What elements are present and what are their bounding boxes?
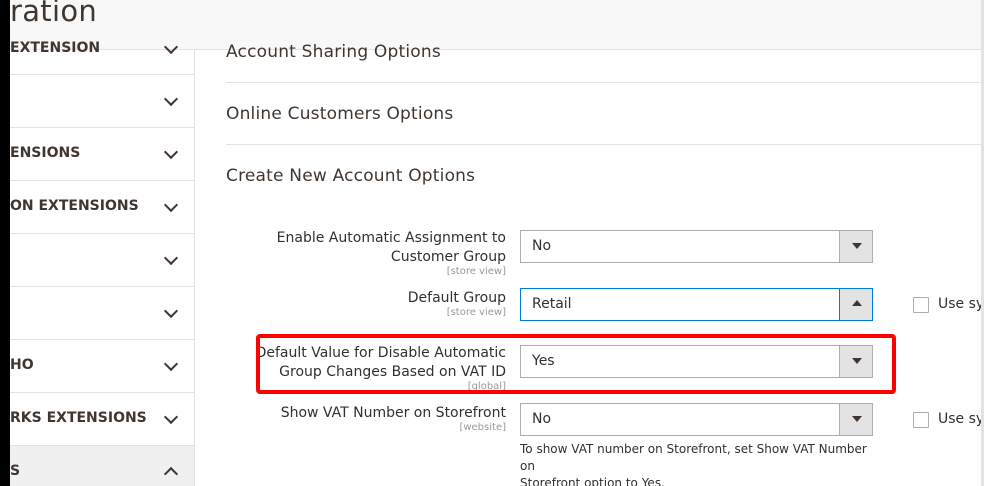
- chevron-down-icon: [163, 356, 179, 372]
- use-system-checkbox[interactable]: [913, 412, 929, 428]
- sidebar-item-on-extensions[interactable]: ON EXTENSIONS: [10, 181, 194, 234]
- sidebar-item-label: EXTENSION: [10, 40, 101, 56]
- show-vat-select[interactable]: No: [520, 403, 873, 436]
- chevron-down-icon: [163, 39, 179, 55]
- sidebar-item-extensions[interactable]: ENSIONS: [10, 128, 194, 181]
- window-edge: [0, 0, 10, 486]
- chevron-up-icon: [163, 466, 179, 482]
- field-label-show-vat: Show VAT Number on Storefront: [280, 405, 506, 421]
- auto-assign-select[interactable]: No: [520, 230, 873, 263]
- annotation-highlight-box: [256, 334, 896, 394]
- config-sidebar: EXTENSION ENSIONS ON EXTENSIONS HO RKS E…: [10, 39, 195, 486]
- sidebar-item-label: ENSIONS: [10, 145, 81, 161]
- field-label-default-group: Default Group: [407, 290, 506, 306]
- sidebar-item-rks-extensions[interactable]: RKS EXTENSIONS: [10, 393, 194, 446]
- chevron-down-icon: [163, 91, 179, 107]
- sidebar-item-5[interactable]: [10, 234, 194, 287]
- dropdown-toggle[interactable]: [839, 289, 872, 320]
- sidebar-item-6[interactable]: [10, 287, 194, 340]
- section-online-customers[interactable]: Online Customers Options: [226, 83, 984, 145]
- field-note-show-vat: To show VAT number on Storefront, set Sh…: [520, 442, 867, 486]
- select-value: No: [532, 411, 552, 427]
- sidebar-item-label: HO: [10, 357, 34, 373]
- scope-label: [website]: [459, 422, 506, 433]
- sidebar-item-label: ON EXTENSIONS: [10, 198, 139, 214]
- section-account-sharing[interactable]: Account Sharing Options: [226, 42, 984, 83]
- sidebar-item-label: RKS EXTENSIONS: [10, 410, 147, 426]
- default-group-select[interactable]: Retail: [520, 288, 873, 321]
- chevron-down-icon: [163, 144, 179, 160]
- section-title: Online Customers Options: [226, 104, 454, 124]
- section-title: Create New Account Options: [226, 166, 476, 186]
- dropdown-toggle[interactable]: [839, 404, 872, 435]
- sidebar-item-s-expanded[interactable]: S: [10, 446, 194, 486]
- caret-down-icon: [852, 416, 862, 422]
- scope-label: [store view]: [446, 266, 506, 277]
- sidebar-item-extension[interactable]: EXTENSION: [10, 0, 194, 75]
- section-title: Account Sharing Options: [226, 42, 441, 62]
- sidebar-item-ho[interactable]: HO: [10, 340, 194, 393]
- scope-label: [store view]: [446, 307, 506, 318]
- select-value: Retail: [532, 296, 572, 312]
- caret-down-icon: [852, 243, 862, 249]
- field-label-auto-assign: Enable Automatic Assignment to Customer …: [276, 230, 506, 265]
- chevron-down-icon: [163, 197, 179, 213]
- section-create-new-account[interactable]: Create New Account Options: [226, 145, 984, 207]
- dropdown-toggle[interactable]: [839, 231, 872, 262]
- use-system-checkbox[interactable]: [913, 297, 929, 313]
- use-system-label: Use sys: [938, 296, 984, 312]
- chevron-down-icon: [163, 303, 179, 319]
- sidebar-item-label: S: [10, 463, 21, 479]
- chevron-down-icon: [163, 250, 179, 266]
- select-value: No: [532, 238, 552, 254]
- sidebar-item-2[interactable]: [10, 75, 194, 128]
- caret-up-icon: [852, 300, 862, 306]
- chevron-down-icon: [163, 409, 179, 425]
- use-system-label: Use sys: [938, 411, 984, 427]
